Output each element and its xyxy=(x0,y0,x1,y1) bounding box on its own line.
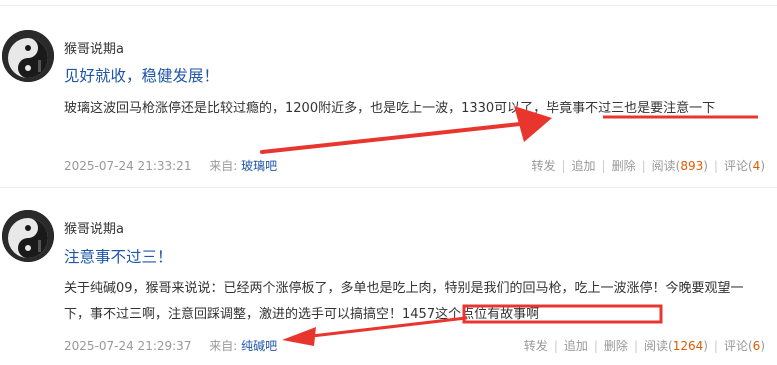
delete-button[interactable]: 删除 xyxy=(604,339,628,353)
post-from-link[interactable]: 玻璃吧 xyxy=(241,159,277,173)
append-button[interactable]: 追加 xyxy=(572,159,596,173)
post-from-label: 来自: xyxy=(209,339,238,353)
read-label: 阅读 xyxy=(651,159,676,173)
read-count: 1264 xyxy=(672,339,704,353)
action-divider: | xyxy=(713,159,718,173)
read-label: 阅读 xyxy=(643,339,668,353)
delete-button[interactable]: 删除 xyxy=(612,159,636,173)
post-meta: 2025-07-24 21:33:21 来自: 玻璃吧 xyxy=(64,157,277,174)
read-button[interactable]: 阅读(893) xyxy=(652,159,708,173)
post-title[interactable]: 注意事不过三！ xyxy=(64,245,173,267)
repost-button[interactable]: 转发 xyxy=(531,159,555,173)
post-card: 猴哥说期a 见好就收，稳健发展！ 玻璃这波回马枪涨停还是比较过瘾的，1200附近… xyxy=(0,0,777,186)
post-title[interactable]: 见好就收，稳健发展！ xyxy=(64,64,219,86)
post-author[interactable]: 猴哥说期a xyxy=(64,218,124,237)
post-actions: 转发 | 追加 | 删除 | 阅读(1264) | 评论(6) xyxy=(524,337,765,354)
post-time: 2025-07-24 21:33:21 xyxy=(64,159,192,173)
read-count: 893 xyxy=(680,159,704,173)
post-body: 玻璃这波回马枪涨停还是比较过瘾的，1200附近多，也是吃上一波，1330可以了，… xyxy=(64,101,716,116)
action-divider: | xyxy=(553,339,558,353)
post-time: 2025-07-24 21:29:37 xyxy=(64,339,192,353)
comment-label: 评论 xyxy=(723,339,748,353)
comment-button[interactable]: 评论(4) xyxy=(724,159,765,173)
comment-count: 4 xyxy=(752,159,761,173)
post-author[interactable]: 猴哥说期a xyxy=(64,38,124,57)
comment-count: 6 xyxy=(752,339,761,353)
repost-button[interactable]: 转发 xyxy=(524,339,548,353)
post-from-label: 来自: xyxy=(209,159,238,173)
action-divider: | xyxy=(633,339,638,353)
comment-label: 评论 xyxy=(723,159,748,173)
post-card: 猴哥说期a 注意事不过三！ 关于纯碱09，猴哥来说说：已经两个涨停板了，多单也是… xyxy=(0,188,777,365)
comment-button[interactable]: 评论(6) xyxy=(724,339,765,353)
post-actions: 转发 | 追加 | 删除 | 阅读(893) | 评论(4) xyxy=(531,157,765,174)
action-divider: | xyxy=(601,159,606,173)
post-from-link[interactable]: 纯碱吧 xyxy=(241,339,277,353)
avatar[interactable] xyxy=(2,30,54,82)
yin-yang-avatar-icon xyxy=(2,210,54,262)
avatar[interactable] xyxy=(2,210,54,262)
read-button[interactable]: 阅读(1264) xyxy=(644,339,708,353)
action-divider: | xyxy=(641,159,646,173)
yin-yang-avatar-icon xyxy=(2,30,54,82)
action-divider: | xyxy=(593,339,598,353)
post-body: 关于纯碱09，猴哥来说说：已经两个涨停板了，多单也是吃上肉，特别是我们的回马枪，… xyxy=(64,281,744,322)
post-meta: 2025-07-24 21:29:37 来自: 纯碱吧 xyxy=(64,337,277,354)
action-divider: | xyxy=(561,159,566,173)
action-divider: | xyxy=(713,339,718,353)
append-button[interactable]: 追加 xyxy=(564,339,588,353)
